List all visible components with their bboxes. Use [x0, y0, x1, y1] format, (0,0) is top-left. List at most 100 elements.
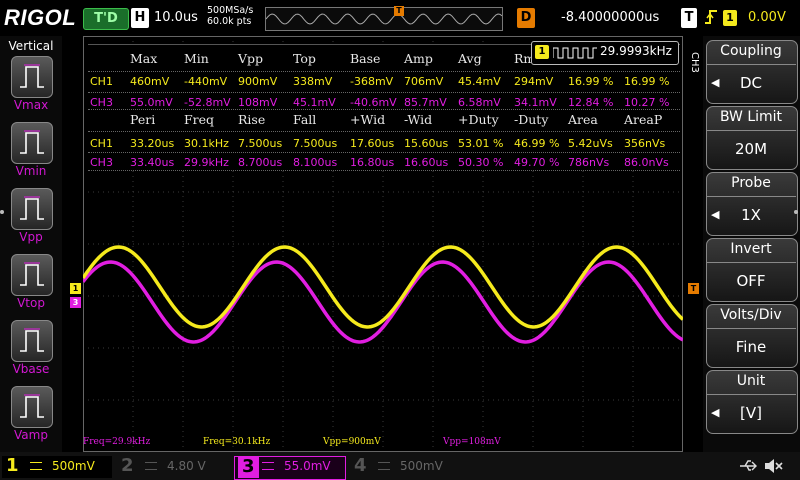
ch1-level-marker[interactable]: 1 — [70, 283, 81, 294]
table-divider — [88, 170, 680, 171]
menu-button-divider — [706, 196, 796, 197]
measurement-cell: 356nVs — [624, 137, 666, 150]
pulse-measure-icon — [20, 262, 44, 286]
measurement-cell: 29.9kHz — [184, 156, 229, 169]
measure-button-0[interactable] — [11, 56, 53, 98]
measurement-cell: 7.500us — [238, 137, 283, 150]
menu-button-value: 1X — [741, 206, 761, 224]
measurement-cell: 33.40us — [130, 156, 175, 169]
waveform-overview-icon — [265, 13, 503, 25]
measurement-cell: CH1 — [90, 75, 113, 88]
menu-button-title: Coupling — [720, 43, 782, 59]
measurement-cell: 30.1kHz — [184, 137, 229, 150]
measurement-cell: 46.99 % — [514, 137, 560, 150]
menu-button-title: Probe — [731, 175, 771, 191]
measurement-cell: AreaP — [624, 112, 663, 127]
measurement-cell: 900mV — [238, 75, 278, 88]
measure-label: Vtop — [17, 296, 45, 310]
measurement-cell: Peri — [130, 112, 156, 127]
menu-button-divider — [706, 328, 796, 329]
horizontal-label: H — [131, 8, 149, 28]
measurement-cell: CH3 — [90, 96, 113, 109]
measurement-cell: 50.30 % — [458, 156, 504, 169]
ch3-level-marker[interactable]: 3 — [70, 297, 81, 308]
measure-button-2[interactable] — [11, 188, 53, 230]
menu-button-divider — [706, 262, 796, 263]
measure-label: Vbase — [12, 362, 50, 376]
coupling-icon — [378, 462, 390, 470]
menu-button-title: BW Limit — [719, 109, 783, 125]
measurement-cell: -40.6mV — [350, 96, 397, 109]
coupling-icon — [262, 462, 274, 470]
trigger-level-value[interactable]: 0.00V — [748, 10, 786, 25]
measurement-cell: Base — [350, 51, 381, 66]
measurement-cell: 34.1mV — [514, 96, 557, 109]
table-divider — [88, 92, 680, 93]
measurement-cell: +Duty — [458, 112, 499, 127]
measure-button-4[interactable] — [11, 320, 53, 362]
trigger-status-badge: T'D — [83, 8, 129, 30]
measure-label: Vmin — [15, 164, 47, 178]
measurement-cell: 33.20us — [130, 137, 175, 150]
measurement-cell: Fall — [293, 112, 317, 127]
timebase-value[interactable]: 10.0us — [154, 10, 198, 25]
table-divider — [88, 152, 680, 153]
channel-menu-tab: CH3 — [689, 52, 700, 73]
rising-edge-icon — [704, 8, 718, 30]
counter-value: 29.9993kHz — [600, 44, 672, 58]
channel-scale: 500mV — [400, 459, 443, 473]
table-divider — [88, 71, 680, 72]
measure-label: Vmax — [13, 98, 49, 112]
measurement-cell: 45.4mV — [458, 75, 501, 88]
measurement-cell: 17.60us — [350, 137, 395, 150]
measure-button-5[interactable] — [11, 386, 53, 428]
measurement-cell: 8.700us — [238, 156, 283, 169]
menu-button-value: [V] — [740, 404, 762, 422]
pulse-measure-icon — [20, 328, 44, 352]
statistic-readout: Vpp=900mV — [323, 437, 381, 447]
memory-overview-bar[interactable] — [265, 7, 503, 31]
trigger-level-marker[interactable]: T — [688, 283, 699, 294]
measurement-cell: 45.1mV — [293, 96, 336, 109]
counter-channel-badge: 1 — [535, 45, 549, 59]
measurement-cell: -52.8mV — [184, 96, 231, 109]
delay-value[interactable]: -8.40000000us — [561, 10, 659, 25]
menu-button-title: Volts/Div — [720, 307, 782, 323]
mute-speaker-icon[interactable] — [763, 457, 785, 479]
measurement-cell: 460mV — [130, 75, 170, 88]
measurement-cell: 16.99 % — [568, 75, 614, 88]
measure-button-1[interactable] — [11, 122, 53, 164]
measurement-cell: 55.0mV — [130, 96, 173, 109]
measurement-cell: Vpp — [238, 51, 264, 66]
statistic-readout: Freq=30.1kHz — [203, 437, 271, 447]
pulse-measure-icon — [20, 64, 44, 88]
measurement-cell: 7.500us — [293, 137, 338, 150]
memory-depth: 60.0k pts — [207, 16, 252, 27]
menu-button-divider — [706, 394, 796, 395]
measurement-cell: Amp — [404, 51, 433, 66]
menu-button-value: Fine — [735, 338, 767, 356]
measure-button-3[interactable] — [11, 254, 53, 296]
measurement-cell: 16.80us — [350, 156, 395, 169]
pulse-measure-icon — [20, 394, 44, 418]
coupling-icon — [145, 462, 157, 470]
scroll-indicator-dot — [794, 210, 798, 214]
brand-logo: RIGOL — [4, 5, 77, 30]
delay-label: D — [517, 8, 535, 28]
measurement-cell: 10.27 % — [624, 96, 670, 109]
square-wave-icon — [552, 45, 597, 64]
knob-select-icon: ◀ — [711, 76, 720, 89]
vertical-panel-title: Vertical — [8, 39, 54, 53]
measurement-cell: 15.60us — [404, 137, 449, 150]
measurement-cell: Area — [568, 112, 598, 127]
channel-scale: 55.0mV — [284, 459, 331, 473]
measurement-cell: 49.70 % — [514, 156, 560, 169]
measurement-cell: 786nVs — [568, 156, 610, 169]
measurement-cell: CH1 — [90, 137, 113, 150]
measurement-cell: 294mV — [514, 75, 554, 88]
channel-number: 1 — [6, 455, 19, 476]
menu-button-title: Unit — [736, 373, 766, 389]
menu-button-value: 20M — [734, 140, 768, 158]
pulse-measure-icon — [20, 196, 44, 220]
measurement-cell: -368mV — [350, 75, 394, 88]
